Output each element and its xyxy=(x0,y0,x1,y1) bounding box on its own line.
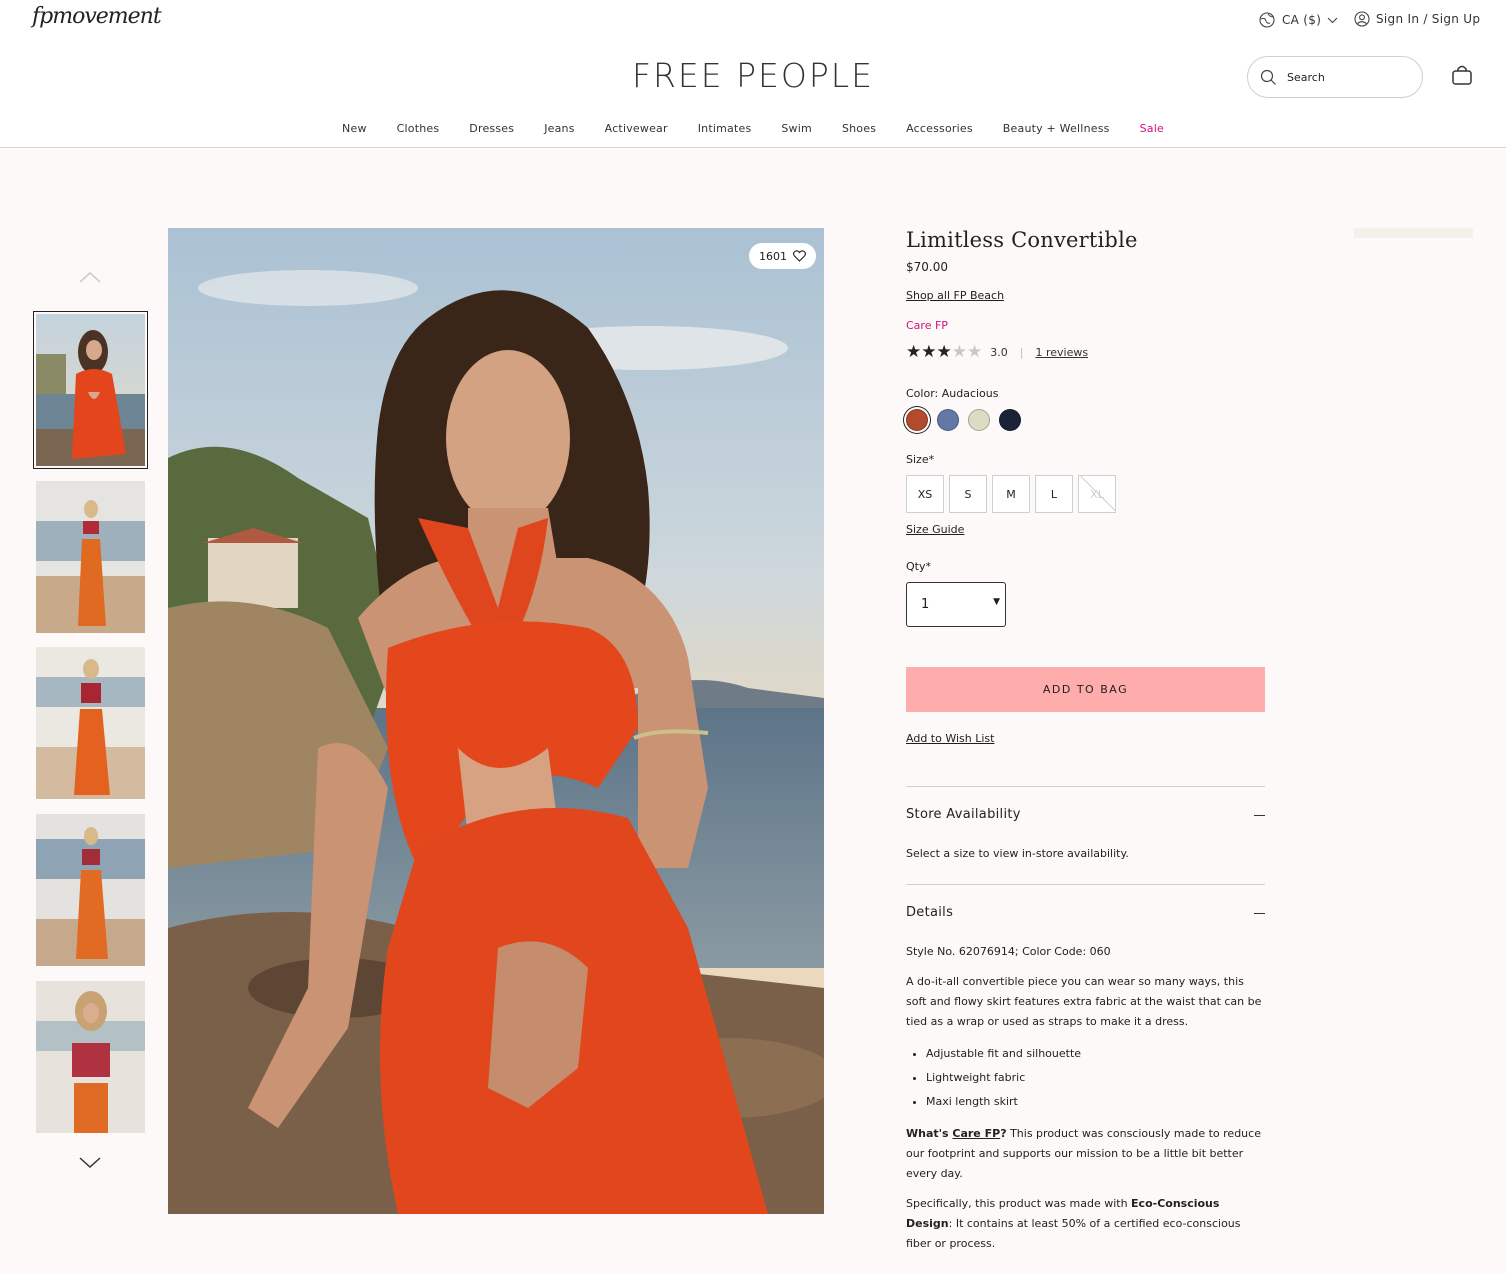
star-icon: ★ xyxy=(936,342,952,362)
size-s-button[interactable]: S xyxy=(949,475,987,513)
thumbnail-image xyxy=(36,647,145,799)
nav-activewear[interactable]: Activewear xyxy=(605,122,668,135)
star-icon: ★ xyxy=(906,342,922,362)
collapse-icon[interactable] xyxy=(1254,815,1265,816)
main-nav: New Clothes Dresses Jeans Activewear Int… xyxy=(0,122,1506,135)
product-rating[interactable]: ★ ★ ★ ★ ★ 3.0 | 1 reviews xyxy=(906,344,1088,361)
chevron-down-icon xyxy=(1327,17,1338,23)
star-rating: ★ ★ ★ ★ ★ xyxy=(906,344,982,361)
thumbnail-image xyxy=(36,314,145,466)
thumbnail-1[interactable] xyxy=(33,311,148,469)
shopping-bag-icon[interactable] xyxy=(1451,64,1473,86)
thumbnail-4[interactable] xyxy=(36,814,145,966)
search-input[interactable] xyxy=(1287,70,1397,84)
search-icon[interactable] xyxy=(1260,69,1277,86)
thumbnail-2[interactable] xyxy=(36,481,145,633)
size-selector: XS S M L XL xyxy=(906,475,1116,513)
region-selector[interactable]: CA ($) xyxy=(1258,11,1338,29)
care-question: What's Care FP? xyxy=(906,1127,1007,1140)
eco-suffix: : It contains at least 50% of a certifie… xyxy=(906,1217,1241,1250)
eco-prefix: Specifically, this product was made with xyxy=(906,1197,1132,1210)
thumbnail-image xyxy=(36,481,145,633)
thumbnail-image xyxy=(36,981,145,1133)
qty-label: Qty* xyxy=(906,560,931,573)
divider xyxy=(906,884,1265,885)
store-availability-toggle[interactable]: Store Availability xyxy=(906,807,1021,822)
product-price: $70.00 xyxy=(906,260,948,274)
add-to-wish-list-link[interactable]: Add to Wish List xyxy=(906,732,994,745)
heart-icon xyxy=(793,250,806,262)
site-header: fpmovement CA ($) Sign In / Sign Up FREE… xyxy=(0,0,1506,148)
shop-all-link[interactable]: Shop all FP Beach xyxy=(906,289,1004,302)
sign-in-link[interactable]: Sign In / Sign Up xyxy=(1354,11,1480,27)
list-item: Adjustable fit and silhouette xyxy=(926,1042,1266,1066)
feature-list: Adjustable fit and silhouette Lightweigh… xyxy=(906,1042,1266,1114)
care-fp-tag[interactable]: Care FP xyxy=(906,319,948,332)
reviews-link[interactable]: 1 reviews xyxy=(1035,346,1088,359)
swatch-navy[interactable] xyxy=(999,409,1021,431)
care-fp-link[interactable]: Care FP xyxy=(952,1127,1000,1140)
nav-accessories[interactable]: Accessories xyxy=(906,122,973,135)
size-guide-link[interactable]: Size Guide xyxy=(906,523,964,536)
color-label: Color: Audacious xyxy=(906,387,999,400)
like-count: 1601 xyxy=(759,249,787,263)
nav-beauty-wellness[interactable]: Beauty + Wellness xyxy=(1003,122,1110,135)
style-number: Style No. 62076914; Color Code: 060 xyxy=(906,945,1111,958)
details-toggle[interactable]: Details xyxy=(906,905,953,920)
list-item: Lightweight fabric xyxy=(926,1066,1266,1090)
list-item: Maxi length skirt xyxy=(926,1090,1266,1114)
nav-shoes[interactable]: Shoes xyxy=(842,122,876,135)
thumbnail-image xyxy=(36,814,145,966)
swatch-sage[interactable] xyxy=(968,409,990,431)
thumbnail-5[interactable] xyxy=(36,981,145,1133)
divider xyxy=(906,786,1265,787)
size-xs-button[interactable]: XS xyxy=(906,475,944,513)
nav-dresses[interactable]: Dresses xyxy=(469,122,514,135)
chevron-down-icon[interactable] xyxy=(78,1156,102,1170)
dropdown-arrow-icon: ▼ xyxy=(993,596,1000,607)
eco-text: Specifically, this product was made with… xyxy=(906,1194,1266,1254)
user-icon xyxy=(1354,11,1370,27)
nav-jeans[interactable]: Jeans xyxy=(544,122,574,135)
fp-movement-logo[interactable]: fpmovement xyxy=(32,4,162,29)
nav-sale[interactable]: Sale xyxy=(1140,122,1164,135)
collapse-icon[interactable] xyxy=(1254,913,1265,914)
sign-in-label: Sign In / Sign Up xyxy=(1376,12,1481,26)
size-xl-button[interactable]: XL xyxy=(1078,475,1116,513)
product-title: Limitless Convertible xyxy=(906,228,1138,252)
size-label: Size* xyxy=(906,453,935,466)
qty-select[interactable]: 1 ▼ xyxy=(906,582,1006,627)
nav-clothes[interactable]: Clothes xyxy=(397,122,440,135)
nav-intimates[interactable]: Intimates xyxy=(698,122,752,135)
nav-new[interactable]: New xyxy=(342,122,367,135)
product-main-image[interactable] xyxy=(168,228,824,1214)
like-button[interactable]: 1601 xyxy=(749,243,816,269)
search-box[interactable] xyxy=(1247,56,1423,98)
qty-value: 1 xyxy=(921,597,930,612)
size-m-button[interactable]: M xyxy=(992,475,1030,513)
sidebar-placeholder xyxy=(1354,228,1473,238)
region-label: CA ($) xyxy=(1282,13,1322,27)
product-description: A do-it-all convertible piece you can we… xyxy=(906,975,1262,1028)
rating-value: 3.0 xyxy=(990,346,1008,359)
globe-icon xyxy=(1259,12,1275,28)
add-to-bag-button[interactable]: ADD TO BAG xyxy=(906,667,1265,712)
thumbnail-3[interactable] xyxy=(36,647,145,799)
nav-swim[interactable]: Swim xyxy=(781,122,812,135)
chevron-up-icon[interactable] xyxy=(78,270,102,284)
hero-photo xyxy=(168,228,824,1214)
store-availability-text: Select a size to view in-store availabil… xyxy=(906,847,1129,860)
care-fp-text: What's Care FP? This product was conscio… xyxy=(906,1124,1266,1184)
star-icon: ★ xyxy=(967,342,983,362)
star-icon: ★ xyxy=(951,342,967,362)
star-icon: ★ xyxy=(921,342,937,362)
care-q-prefix: What's xyxy=(906,1127,953,1140)
color-swatches xyxy=(906,409,1021,431)
swatch-blue[interactable] xyxy=(937,409,959,431)
divider: | xyxy=(1019,346,1024,359)
swatch-audacious[interactable] xyxy=(906,409,928,431)
size-l-button[interactable]: L xyxy=(1035,475,1073,513)
